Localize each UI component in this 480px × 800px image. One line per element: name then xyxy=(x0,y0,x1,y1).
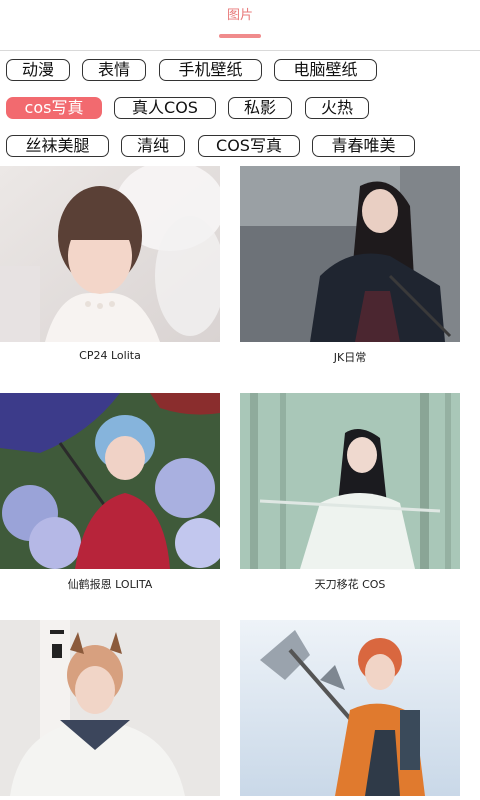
tag-emoji[interactable]: 表情 xyxy=(82,59,146,81)
tab-active-indicator xyxy=(219,34,261,38)
cosplay-photo xyxy=(240,393,460,569)
card-caption: 天刀移花 COS xyxy=(314,578,386,591)
card-caption: JK日常 xyxy=(333,351,367,364)
cosplay-photo xyxy=(240,166,460,342)
cosplay-photo xyxy=(240,620,460,796)
cosplay-photo xyxy=(0,166,220,342)
cosplay-photo xyxy=(0,620,220,796)
tag-real-cos[interactable]: 真人COS xyxy=(114,97,216,119)
card-caption: 仙鹤报恩 LOLITA xyxy=(67,578,153,591)
top-tab-bar: 图片 xyxy=(0,0,480,51)
tag-hot[interactable]: 火热 xyxy=(305,97,369,119)
tag-phone-wallpaper[interactable]: 手机壁纸 xyxy=(159,59,262,81)
tag-anime[interactable]: 动漫 xyxy=(6,59,70,81)
tag-pure[interactable]: 清纯 xyxy=(121,135,185,157)
tag-youth-beauty[interactable]: 青春唯美 xyxy=(312,135,415,157)
tag-cos-photo-active[interactable]: cos写真 xyxy=(6,97,102,119)
tab-images[interactable]: 图片 xyxy=(0,4,480,23)
tag-cos-photo-upper[interactable]: COS写真 xyxy=(198,135,300,157)
tag-stockings[interactable]: 丝袜美腿 xyxy=(6,135,109,157)
tag-pc-wallpaper[interactable]: 电脑壁纸 xyxy=(274,59,377,81)
tag-private-shoot[interactable]: 私影 xyxy=(228,97,292,119)
card-caption: CP24 Lolita xyxy=(79,349,141,362)
cosplay-photo xyxy=(0,393,220,569)
